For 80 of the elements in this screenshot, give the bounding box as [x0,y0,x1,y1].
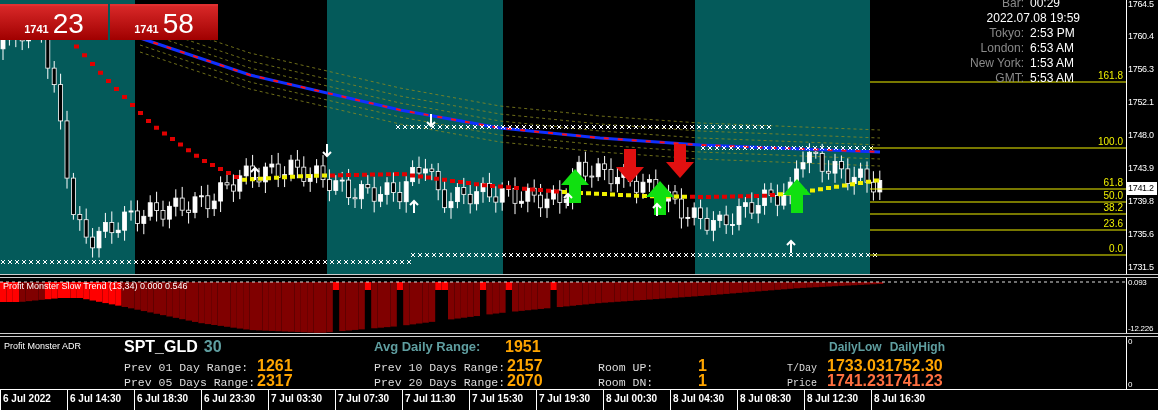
fib-level-label: 100.0 [1097,136,1123,147]
time-label: 7 Jul 03:30 [268,390,328,410]
time-label: 8 Jul 00:30 [603,390,663,410]
panel-title: Profit Monster ADR [4,339,83,351]
axis-label: 0 [1128,380,1133,390]
stat-value: 2157 [507,356,543,374]
info-value: 2022.07.08 19:59 [986,11,1080,26]
time-label: 8 Jul 12:30 [804,390,864,410]
time-label: 7 Jul 07:30 [335,390,395,410]
time-label: 7 Jul 11:30 [402,390,462,410]
axis-label: 0 [1128,336,1133,346]
time-label: 6 Jul 14:30 [67,390,127,410]
timeframe-label: 30 [203,337,222,356]
down-arrow-icon [426,113,436,128]
axis-label: 0.093 [1128,277,1147,287]
fib-level-label: 61.8 [1103,177,1123,188]
stat-value: 2070 [507,371,543,390]
stat-value: 1741.23 [884,371,943,390]
stat-label: Room UP: [598,360,655,374]
time-label: 6 Jul 2022 [0,390,60,410]
stat-label: T/Day [787,362,818,374]
symbol-label: SPT_GLD [124,337,198,356]
down-arrow-icon [616,149,644,183]
price-pips: 58 [162,8,194,40]
price-label: 1731.5 [1127,261,1154,274]
stat-value: 2317 [257,371,293,390]
stat-label: Prev 20 Days Range: [374,375,507,389]
stat-value: 1951 [505,337,541,356]
up-arrow-icon [250,166,260,181]
price-big-figure: 1741 [24,23,49,37]
stat-value: 1 [698,371,707,390]
up-arrow-icon [409,199,419,214]
stat-value: 1741.23 [827,371,885,390]
price-label: 1735.6 [1127,228,1154,241]
info-label: Tokyo: [989,26,1024,41]
stat-value: 1 [698,356,707,374]
column-header: DailyLow [829,339,882,354]
stat-label: Price [787,377,818,389]
price-label: 1764.5 [1127,0,1154,11]
up-arrow-icon [786,239,796,254]
price-big-figure: 1741 [134,23,159,37]
stat-value: 1752.30 [884,356,943,374]
fib-level-label: 0.0 [1109,243,1123,254]
time-label: 8 Jul 04:30 [670,390,730,410]
price-label: 1756.3 [1127,63,1154,76]
stat-label: Room DN: [598,375,655,389]
time-label: 7 Jul 19:30 [536,390,596,410]
info-label: London: [980,41,1024,56]
stat-label: Prev 05 Days Range: [124,375,257,389]
time-label: 6 Jul 18:30 [134,390,194,410]
fib-level-label: 38.2 [1103,202,1123,213]
price-label: 1752.1 [1127,96,1154,109]
price-label: 1739.8 [1127,195,1154,208]
up-arrow-icon [783,179,811,213]
price-pips: 23 [52,8,84,40]
time-label: 8 Jul 16:30 [871,390,931,410]
column-header: DailyHigh [889,339,946,354]
current-price-label: 1741.2 [1127,182,1157,195]
time-label: 8 Jul 08:30 [737,390,797,410]
down-arrow-icon [322,143,332,158]
stat-label: Prev 01 Day Range: [124,360,250,374]
info-value: 2:53 PM [1030,26,1076,41]
info-value: 1:53 AM [1030,56,1076,71]
fib-level-label: 23.6 [1103,218,1123,229]
stat-label: Avg Daily Range: [374,339,482,355]
stat-label: Prev 10 Days Range: [374,360,507,374]
stat-value: 1261 [257,356,293,374]
info-value: 5:53 AM [1030,71,1076,86]
price-label: 1743.9 [1127,162,1154,175]
price-label: 1760.4 [1127,30,1154,43]
info-value: 6:53 AM [1030,41,1076,56]
axis-label: -12.226 [1128,323,1154,333]
stat-value: 1733.03 [827,356,885,374]
time-label: 7 Jul 15:30 [469,390,529,410]
price-label: 1748.0 [1127,129,1154,142]
fib-level-label: 161.8 [1097,70,1123,81]
info-label: New York: [969,56,1024,71]
time-label: 6 Jul 23:30 [201,390,261,410]
down-arrow-icon [666,144,694,178]
fib-level-label: 50.0 [1103,190,1123,201]
